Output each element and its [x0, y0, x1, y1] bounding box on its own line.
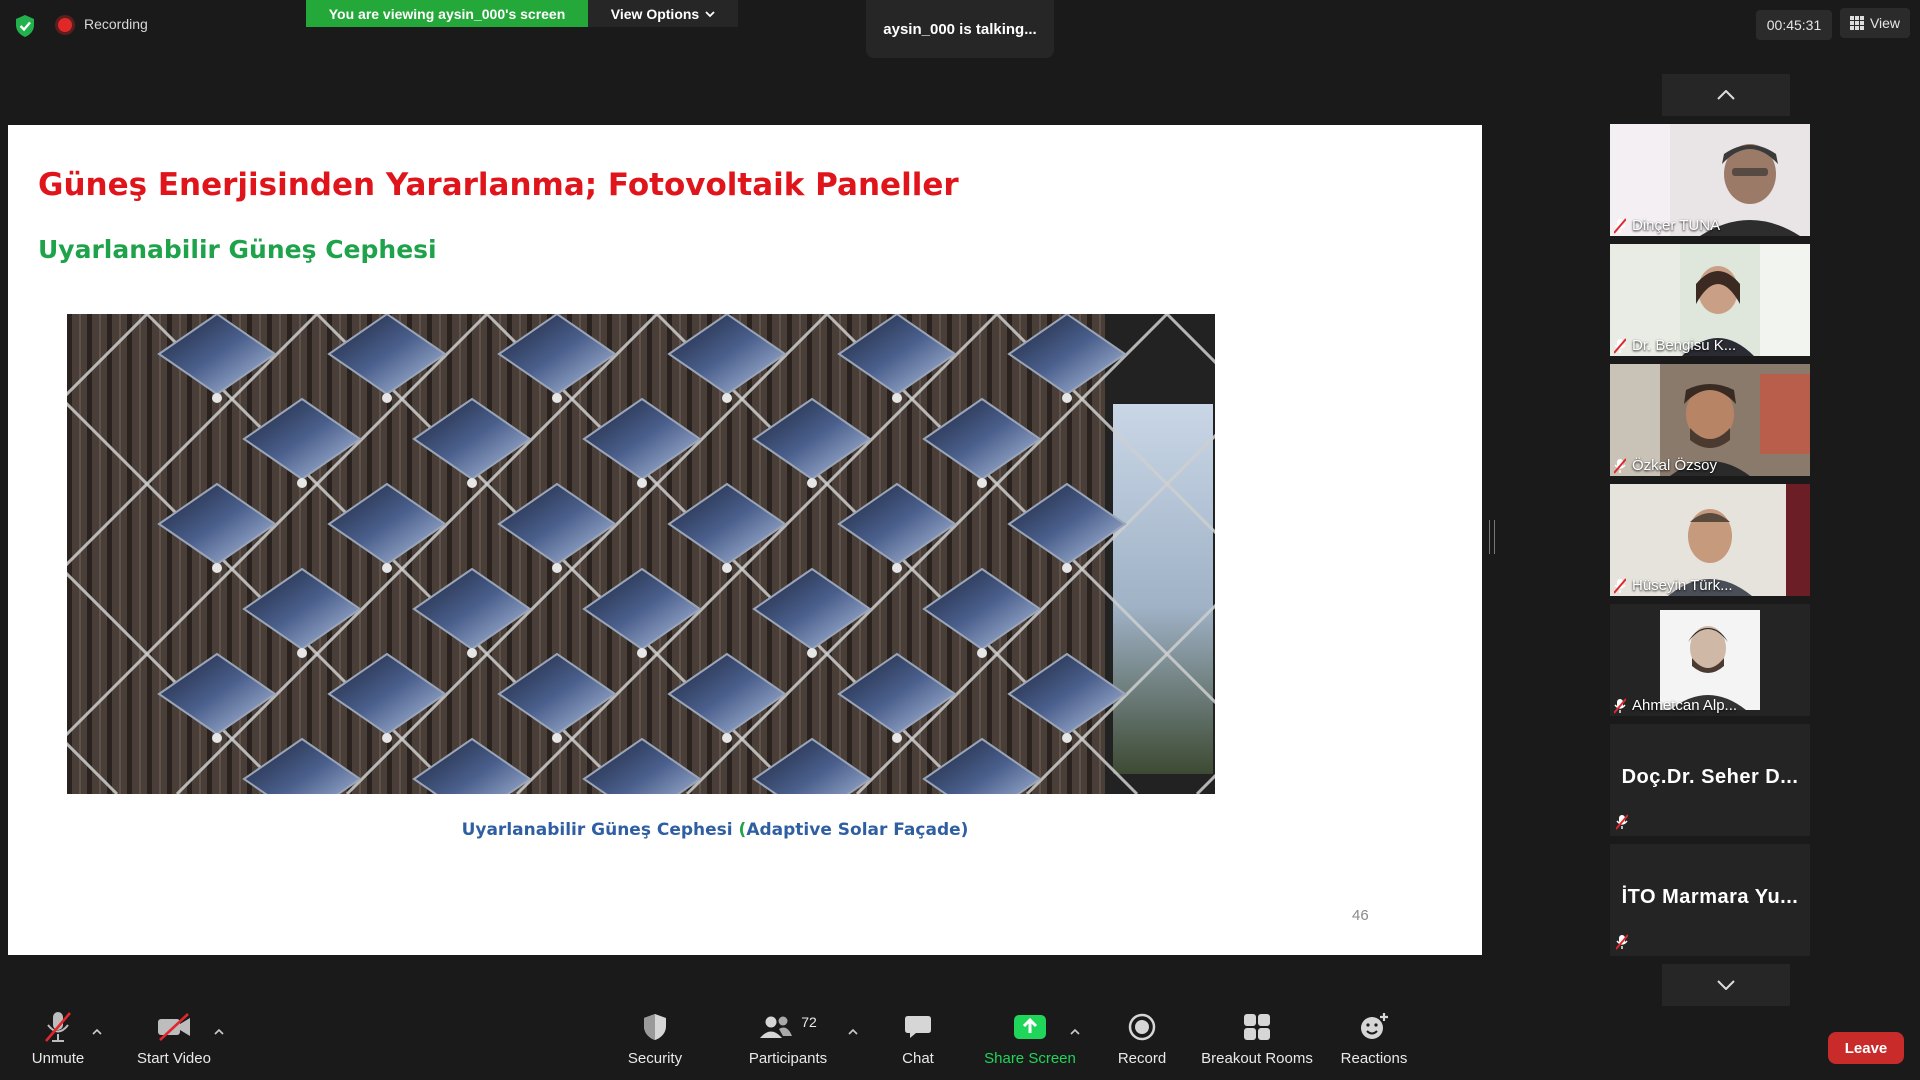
muted-mic-icon: [1616, 934, 1628, 950]
participants-label: Participants: [748, 1050, 828, 1067]
caret-up-icon: [214, 1028, 224, 1035]
shared-screen-slide: Güneş Enerjisinden Yararlanma; Fotovolta…: [8, 125, 1482, 955]
share-options-caret[interactable]: [1068, 1024, 1082, 1038]
grid-view-icon: [1849, 16, 1864, 30]
record-button[interactable]: Record: [1110, 1010, 1174, 1067]
participants-button[interactable]: 72 Participants: [738, 1010, 838, 1067]
muted-mic-icon: [1616, 814, 1628, 830]
breakout-rooms-label: Breakout Rooms: [1201, 1050, 1313, 1067]
participant-tile[interactable]: Doç.Dr. Seher D...: [1610, 724, 1810, 836]
viewing-screen-banner: You are viewing aysin_000's screen: [306, 0, 588, 27]
participant-tile[interactable]: Özkal Özsoy: [1610, 364, 1810, 476]
record-label: Record: [1117, 1050, 1167, 1067]
participant-name: Doç.Dr. Seher D...: [1621, 766, 1799, 788]
participant-tile[interactable]: İTO Marmara Yu...: [1610, 844, 1810, 956]
chat-label: Chat: [902, 1050, 934, 1067]
chevron-down-icon: [1717, 980, 1735, 990]
security-label: Security: [627, 1050, 683, 1067]
caption-english: Adaptive Solar Façade: [746, 820, 961, 840]
video-off-icon: [158, 1013, 190, 1041]
audio-options-caret[interactable]: [90, 1024, 104, 1038]
participant-tile[interactable]: Hüseyin Türk...: [1610, 484, 1810, 596]
chat-button[interactable]: Chat: [890, 1010, 946, 1067]
share-screen-button[interactable]: Share Screen: [982, 1010, 1078, 1067]
share-screen-icon: [1014, 1015, 1046, 1039]
chevron-down-icon: [705, 10, 715, 17]
participant-name: Ahmetcan Alp...: [1632, 697, 1738, 714]
muted-mic-icon: [1614, 577, 1626, 594]
participant-name: Dinçer TUNA: [1632, 217, 1721, 234]
view-label: View: [1869, 15, 1901, 31]
muted-mic-icon: [1614, 457, 1626, 474]
participants-count: 72: [801, 1014, 817, 1030]
reactions-icon: [1361, 1013, 1388, 1039]
chat-icon: [905, 1016, 931, 1038]
caption-turkish: Uyarlanabilir Güneş Cephesi: [461, 820, 739, 840]
leave-button[interactable]: Leave: [1828, 1032, 1904, 1064]
gallery-scroll-up-button[interactable]: [1662, 74, 1790, 116]
gallery-scroll-down-button[interactable]: [1662, 964, 1790, 1006]
reactions-label: Reactions: [1340, 1050, 1408, 1067]
start-video-button[interactable]: Start Video: [132, 1010, 216, 1067]
muted-mic-icon: [1614, 697, 1626, 714]
participant-name: Özkal Özsoy: [1632, 457, 1718, 474]
participant-name: İTO Marmara Yu...: [1621, 886, 1799, 908]
muted-mic-icon: [1614, 337, 1626, 354]
start-video-label: Start Video: [137, 1050, 211, 1067]
participants-icon: [760, 1016, 793, 1038]
share-screen-label: Share Screen: [984, 1050, 1076, 1067]
active-speaker-indicator: aysin_000 is talking...: [866, 0, 1054, 58]
unmute-button[interactable]: Unmute: [26, 1010, 90, 1067]
solar-facade-photo: [67, 314, 1215, 794]
view-options-button[interactable]: View Options: [588, 0, 738, 27]
shield-check-icon[interactable]: [14, 14, 36, 38]
reactions-button[interactable]: Reactions: [1336, 1010, 1412, 1067]
unmute-label: Unmute: [31, 1050, 85, 1067]
participant-tile[interactable]: Ahmetcan Alp...: [1610, 604, 1810, 716]
video-options-caret[interactable]: [212, 1024, 226, 1038]
security-button[interactable]: Security: [620, 1010, 690, 1067]
recording-dot-icon: [58, 18, 72, 32]
breakout-rooms-button[interactable]: Breakout Rooms: [1198, 1010, 1316, 1067]
caret-up-icon: [848, 1028, 858, 1035]
participant-name: Hüseyin Türk...: [1632, 577, 1733, 594]
view-button[interactable]: View: [1840, 8, 1910, 38]
caption-paren-close: ): [960, 820, 969, 840]
slide-title: Güneş Enerjisinden Yararlanma; Fotovolta…: [38, 167, 959, 203]
breakout-rooms-icon: [1244, 1014, 1270, 1040]
participants-options-caret[interactable]: [846, 1024, 860, 1038]
muted-mic-icon: [1614, 217, 1626, 234]
caret-up-icon: [1070, 1028, 1080, 1035]
record-icon: [1128, 1013, 1156, 1041]
recording-label: Recording: [84, 16, 148, 32]
meeting-timer: 00:45:31: [1756, 10, 1832, 40]
view-options-label: View Options: [610, 5, 700, 22]
participant-name: Dr. Bengisu K...: [1632, 337, 1737, 354]
slide-caption: Uyarlanabilir Güneş Cephesi (Adaptive So…: [8, 820, 1422, 840]
participant-tile[interactable]: Dinçer TUNA: [1610, 124, 1810, 236]
slide-page-number: 46: [1352, 907, 1369, 924]
slide-subtitle: Uyarlanabilir Güneş Cephesi: [38, 235, 437, 264]
muted-mic-icon: [45, 1012, 71, 1042]
security-shield-icon: [644, 1014, 666, 1040]
chevron-up-icon: [1717, 90, 1735, 100]
caret-up-icon: [92, 1028, 102, 1035]
participant-tile[interactable]: Dr. Bengisu K...: [1610, 244, 1810, 356]
panel-splitter-handle[interactable]: [1489, 520, 1495, 554]
